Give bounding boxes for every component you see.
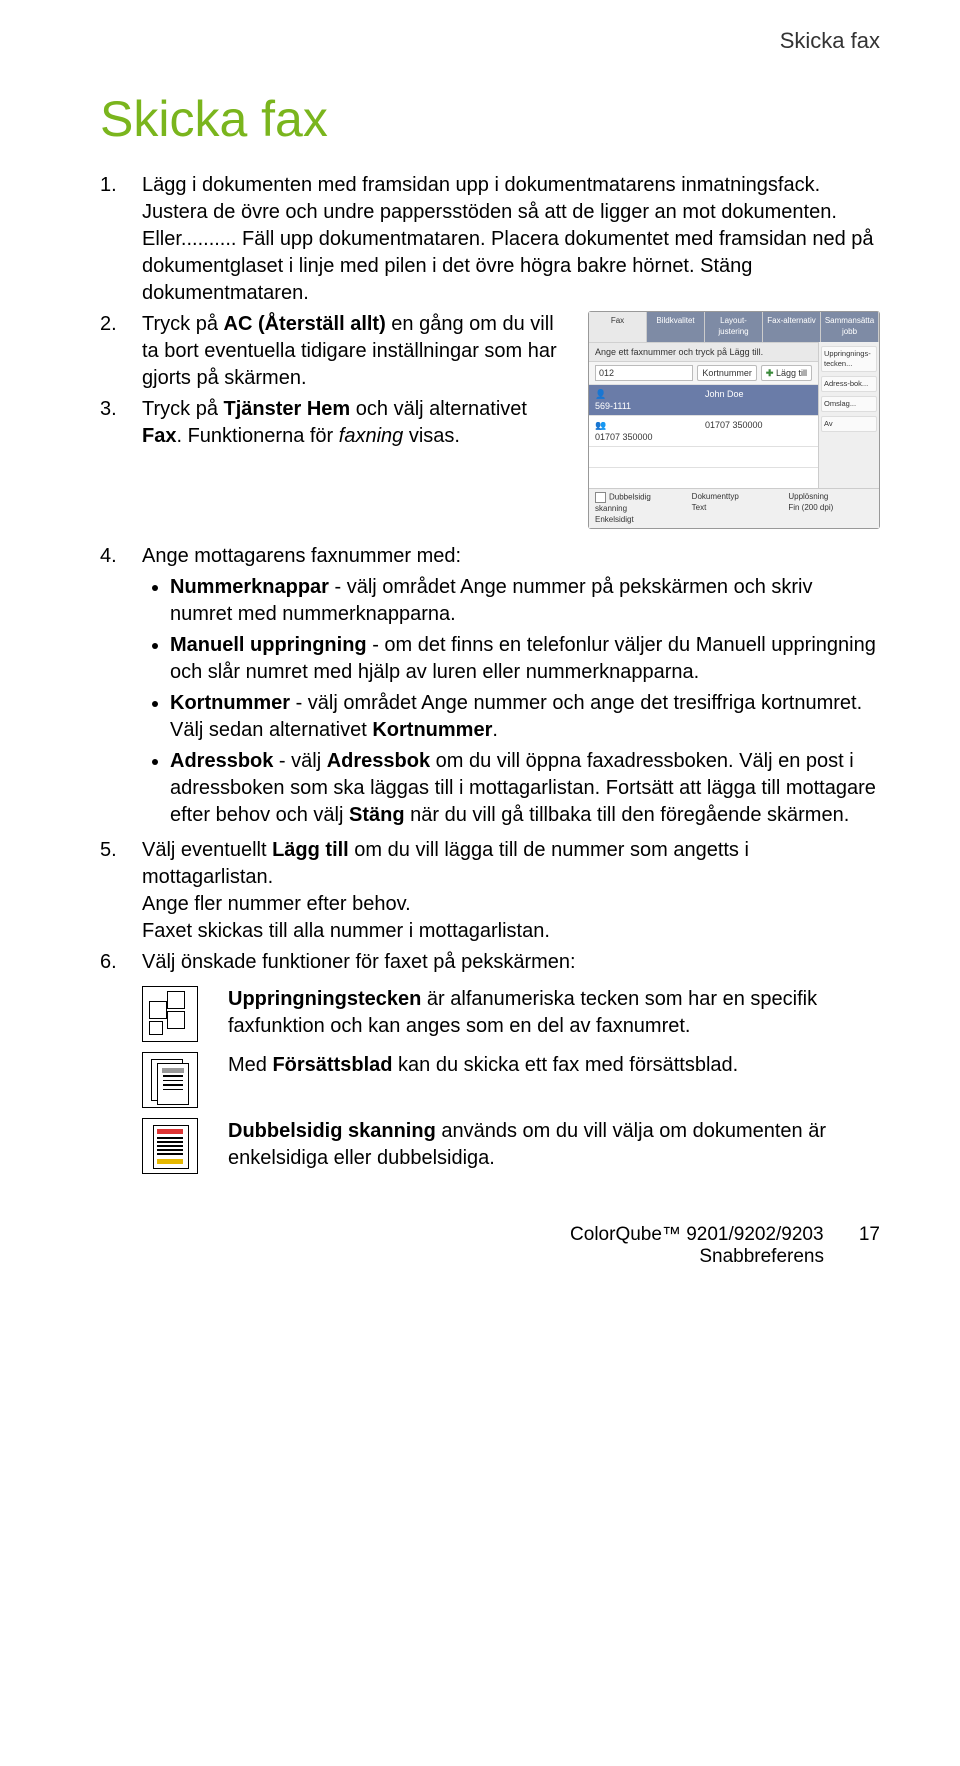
footer-doc: Snabbreferens — [699, 1246, 824, 1267]
plus-icon: ✚ — [766, 368, 774, 378]
bullet-item: Manuell uppringning - om det finns en te… — [170, 632, 880, 686]
step-3-text: Tryck på Tjänster Hem och välj alternati… — [142, 396, 568, 450]
icon-3-text: Dubbelsidig skanning används om du vill … — [228, 1118, 880, 1172]
shot-tabs: Fax Bildkvalitet Layout-justering Fax-al… — [589, 312, 879, 342]
footer-product: ColorQube™ 9201/9202/9203 — [570, 1224, 824, 1245]
checkbox-icon — [595, 492, 606, 503]
shot-lagg-till-btn: ✚ Lägg till — [761, 365, 812, 381]
shot-tab: Layout-justering — [705, 312, 763, 342]
shot-tab: Bildkvalitet — [647, 312, 705, 342]
shot-list-row: 👥 01707 35000001707 350000 — [589, 415, 818, 446]
step-2-text: Tryck på AC (Återställ allt) en gång om … — [142, 311, 568, 392]
icon-2-text: Med Försättsblad kan du skicka ett fax m… — [228, 1052, 880, 1079]
shot-recipient-list: 👤 569-1111John Doe 👥 01707 35000001707 3… — [589, 384, 818, 489]
list-marker: 5. — [100, 837, 142, 945]
running-header: Skicka fax — [780, 28, 880, 54]
step-5-text: Välj eventuellt Lägg till om du vill läg… — [142, 837, 880, 945]
list-marker: 6. — [100, 949, 142, 976]
list-marker: 4. — [100, 543, 142, 833]
shot-number-input: 012 — [595, 365, 693, 381]
page-number: 17 — [859, 1224, 880, 1246]
list-marker: 3. — [100, 396, 142, 450]
shot-tab: Sammansätta jobb — [821, 312, 879, 342]
icon-1-text: Uppringningstecken är alfanumeriska teck… — [228, 986, 880, 1040]
dial-characters-icon — [142, 986, 198, 1042]
shot-instruction: Ange ett faxnummer och tryck på Lägg til… — [595, 346, 763, 358]
double-sided-scan-icon — [142, 1118, 198, 1174]
shot-tab: Fax — [589, 312, 647, 342]
shot-tab: Fax-alternativ — [763, 312, 821, 342]
list-marker: 2. — [100, 311, 142, 392]
step-6-text: Välj önskade funktioner för faxet på pek… — [142, 949, 880, 976]
shot-bottom-bar: Dubbelsidig skanningEnkelsidigt Dokument… — [589, 488, 879, 528]
shot-kortnummer-btn: Kortnummer — [697, 365, 757, 381]
page-footer: ColorQube™ 9201/9202/9203 17 Snabbrefere… — [100, 1224, 880, 1268]
shot-list-row: 👤 569-1111John Doe — [589, 384, 818, 415]
step-4-text: Ange mottagarens faxnummer med: — [142, 543, 880, 570]
list-marker: 1. — [100, 172, 142, 307]
bullet-item: Kortnummer - välj området Ange nummer oc… — [170, 690, 880, 744]
cover-sheet-icon — [142, 1052, 198, 1108]
fax-ui-screenshot: Fax Bildkvalitet Layout-justering Fax-al… — [588, 311, 880, 529]
shot-sidebar: Uppringnings-tecken... Adress-bok... Oms… — [818, 342, 879, 489]
bullet-item: Nummerknappar - välj området Ange nummer… — [170, 574, 880, 628]
page-title: Skicka fax — [100, 90, 880, 148]
step-1-text: Lägg i dokumenten med framsidan upp i do… — [142, 172, 880, 307]
bullet-item: Adressbok - välj Adressbok om du vill öp… — [170, 748, 880, 829]
